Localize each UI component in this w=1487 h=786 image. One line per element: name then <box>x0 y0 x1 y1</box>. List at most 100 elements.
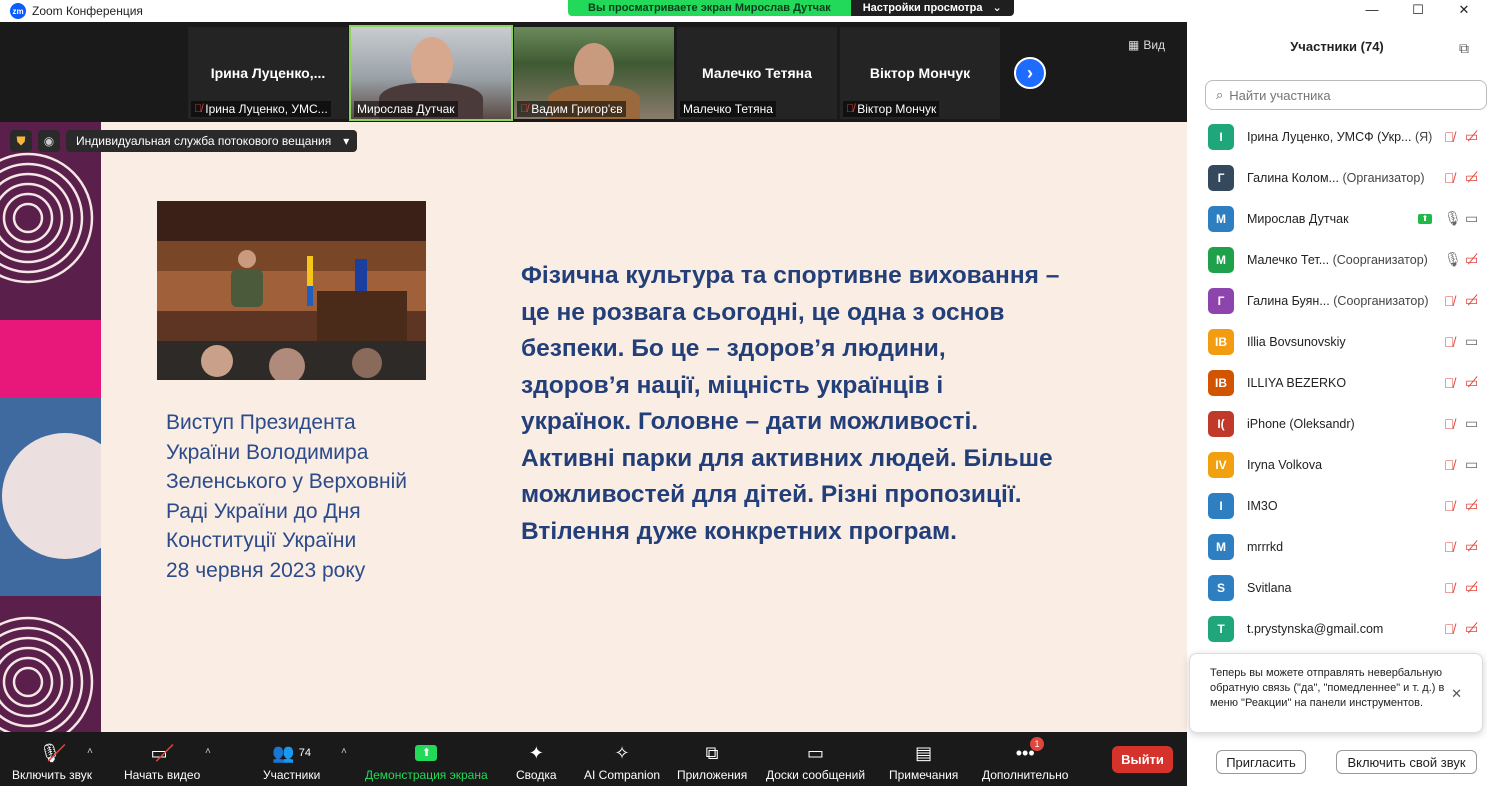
notes-label: Примечания <box>889 768 959 782</box>
camera-icon[interactable]: ▭ <box>1465 333 1478 350</box>
camera-icon[interactable]: ▭ <box>1465 415 1478 432</box>
participant-row[interactable]: IB Illia Bovsunovskiy 🎙̸ ▭ <box>1187 321 1487 362</box>
mic-icon[interactable]: 🎙 <box>1444 210 1462 227</box>
minimize-button[interactable]: — <box>1349 0 1395 22</box>
participant-row[interactable]: I IM3O 🎙̸ ▭̸ <box>1187 485 1487 526</box>
share-screen-button[interactable]: ⬆ Демонстрация экрана <box>365 740 488 782</box>
participants-options-caret[interactable]: ˄ <box>341 746 347 757</box>
participant-row[interactable]: М Мирослав Дутчак ⬆ 🎙 ▭ <box>1187 198 1487 239</box>
mic-muted-icon[interactable]: 🎙̸ <box>1444 375 1455 391</box>
participant-row[interactable]: IV Iryna Volkova 🎙̸ ▭ <box>1187 444 1487 485</box>
notes-button[interactable]: ▤ Примечания <box>889 740 959 783</box>
camera-off-icon[interactable]: ▭̸ <box>1465 579 1478 596</box>
participant-name-text: IM3O <box>1247 498 1278 513</box>
mic-muted-icon[interactable]: 🎙̸ <box>1444 498 1455 514</box>
video-tile[interactable]: Ірина Луценко,... 🎙̸ Ірина Луценко, УМС.… <box>188 27 348 119</box>
leave-button[interactable]: Выйти <box>1112 746 1173 773</box>
search-input[interactable] <box>1229 87 1450 103</box>
mic-muted-icon[interactable]: 🎙̸ <box>1444 621 1455 637</box>
video-strip: Ірина Луценко,... 🎙̸ Ірина Луценко, УМС.… <box>0 22 1187 122</box>
participant-name-text: Галина Буян... <box>1247 293 1330 308</box>
video-tile-active-speaker[interactable]: Мирослав Дутчак <box>349 25 513 121</box>
speech-photo <box>157 201 426 380</box>
close-icon[interactable]: ✕ <box>1451 686 1462 702</box>
whiteboard-icon: ▭ <box>807 742 825 763</box>
camera-off-icon[interactable]: ▭̸ <box>1465 497 1478 514</box>
view-options-button[interactable]: Настройки просмотра ⌄ <box>850 0 1014 16</box>
participant-name-text: Мирослав Дутчак <box>1247 211 1349 226</box>
popout-icon[interactable]: ⧉ <box>1459 40 1469 57</box>
participant-row[interactable]: I Ірина Луценко, УМСФ (Укр... (Я) 🎙̸ ▭̸ <box>1187 116 1487 157</box>
chevron-down-icon: ⌄ <box>992 2 1002 14</box>
tile-label-text: Ірина Луценко, УМС... <box>205 102 328 116</box>
camera-off-icon[interactable]: ▭̸ <box>1465 538 1478 555</box>
participants-button[interactable]: 👥 74 Участники <box>263 740 320 783</box>
meeting-stage: Ірина Луценко,... 🎙̸ Ірина Луценко, УМС.… <box>0 22 1187 786</box>
mic-muted-icon[interactable]: 🎙̸ <box>1444 334 1455 350</box>
reactions-tip: Теперь вы можете отправлять невербальную… <box>1189 653 1483 733</box>
participant-name: iPhone (Oleksandr) <box>1247 417 1355 431</box>
camera-off-icon[interactable]: ▭̸ <box>1465 169 1478 186</box>
camera-off-icon[interactable]: ▭̸ <box>1465 292 1478 309</box>
summary-button[interactable]: ✦ Сводка <box>516 740 557 783</box>
maximize-button[interactable]: ☐ <box>1395 0 1441 22</box>
participant-name: Мирослав Дутчак <box>1247 212 1349 226</box>
mic-muted-icon[interactable]: 🎙̸ <box>1444 457 1455 473</box>
participant-name: mrrrkd <box>1247 540 1283 554</box>
camera-off-icon[interactable]: ▭̸ <box>1465 620 1478 637</box>
unmute-button[interactable]: 🎙 ／ Включить звук <box>12 740 92 783</box>
avatar: I <box>1208 123 1234 150</box>
video-tile[interactable]: Малечко Тетяна Малечко Тетяна <box>677 27 837 119</box>
camera-icon[interactable]: ▭ <box>1465 456 1478 473</box>
participant-row[interactable]: S Svitlana 🎙̸ ▭̸ <box>1187 567 1487 608</box>
participant-row[interactable]: T t.prystynska@gmail.com 🎙̸ ▭̸ <box>1187 608 1487 649</box>
mic-muted-icon[interactable]: 🎙̸ <box>1444 129 1455 145</box>
participants-count: 74 <box>298 747 311 759</box>
quote-line: українок. Головне – дати можливості. <box>521 408 979 435</box>
video-tile[interactable]: Віктор Мончук 🎙̸ Віктор Мончук <box>840 27 1000 119</box>
avatar: T <box>1208 615 1234 642</box>
ai-companion-button[interactable]: ✧ AI Companion <box>584 740 660 783</box>
video-options-caret[interactable]: ˄ <box>205 746 211 757</box>
invite-button[interactable]: Пригласить <box>1216 750 1306 774</box>
stream-service-dropdown[interactable]: Индивидуальная служба потокового вещания… <box>66 130 358 152</box>
participant-row[interactable]: IB ILLIYA BEZERKO 🎙̸ ▭̸ <box>1187 362 1487 403</box>
tile-label: Мирослав Дутчак <box>354 101 458 117</box>
mic-muted-icon[interactable]: 🎙̸ <box>1444 416 1455 432</box>
participant-search[interactable]: ⌕ <box>1205 80 1487 110</box>
camera-off-icon[interactable]: ▭̸ <box>1465 251 1478 268</box>
mic-muted-icon[interactable]: 🎙̸ <box>1444 539 1455 555</box>
participant-row[interactable]: M mrrrkd 🎙̸ ▭̸ <box>1187 526 1487 567</box>
camera-off-icon[interactable]: ▭̸ <box>1465 128 1478 145</box>
audio-options-caret[interactable]: ˄ <box>87 746 93 757</box>
participant-row[interactable]: I( iPhone (Oleksandr) 🎙̸ ▭ <box>1187 403 1487 444</box>
apps-button[interactable]: ⧉ Приложения <box>677 740 747 783</box>
start-video-button[interactable]: ▭ ／ Начать видео <box>124 740 200 783</box>
participant-name-text: Малечко Тет... <box>1247 252 1330 267</box>
whiteboards-button[interactable]: ▭ Доски сообщений <box>766 740 865 783</box>
close-button[interactable]: ✕ <box>1441 0 1487 22</box>
participant-name-text: Iryna Volkova <box>1247 457 1323 472</box>
mic-muted-icon[interactable]: 🎙̸ <box>1444 293 1455 309</box>
live-stream-icon[interactable]: ◉ <box>38 130 60 152</box>
participant-row[interactable]: М Малечко Тет... (Соорганизатор) 🎙 ▭̸ <box>1187 239 1487 280</box>
participant-row[interactable]: Г Галина Буян... (Соорганизатор) 🎙̸ ▭̸ <box>1187 280 1487 321</box>
summary-icon: ✦ <box>528 742 544 763</box>
unmute-self-button[interactable]: Включить свой звук <box>1336 750 1477 774</box>
participant-row[interactable]: Г Галина Колом... (Организатор) 🎙̸ ▭̸ <box>1187 157 1487 198</box>
slide-caption: Виступ Президента України Володимира Зел… <box>166 408 446 585</box>
next-page-button[interactable]: › <box>1014 57 1046 89</box>
camera-off-icon[interactable]: ▭̸ <box>1465 374 1478 391</box>
more-button[interactable]: ••• Дополнительно <box>982 740 1068 783</box>
view-button[interactable]: ▦ Вид <box>1128 38 1165 52</box>
quote-line: можливостей для дітей. Різні пропозиції. <box>521 481 1022 508</box>
mic-icon[interactable]: 🎙 <box>1444 251 1462 268</box>
shield-icon[interactable]: ⛊ <box>10 130 32 152</box>
apps-icon: ⧉ <box>705 742 719 763</box>
camera-icon[interactable]: ▭ <box>1465 210 1478 227</box>
participants-panel: Участники (74) ⧉ ⌕ I Ірина Луценко, УМСФ… <box>1187 22 1487 786</box>
mic-muted-icon[interactable]: 🎙̸ <box>1444 580 1455 596</box>
video-tile[interactable]: 🎙̸ Вадим Григор'єв <box>514 27 674 119</box>
avatar: IB <box>1208 369 1234 396</box>
mic-muted-icon[interactable]: 🎙̸ <box>1444 170 1455 186</box>
